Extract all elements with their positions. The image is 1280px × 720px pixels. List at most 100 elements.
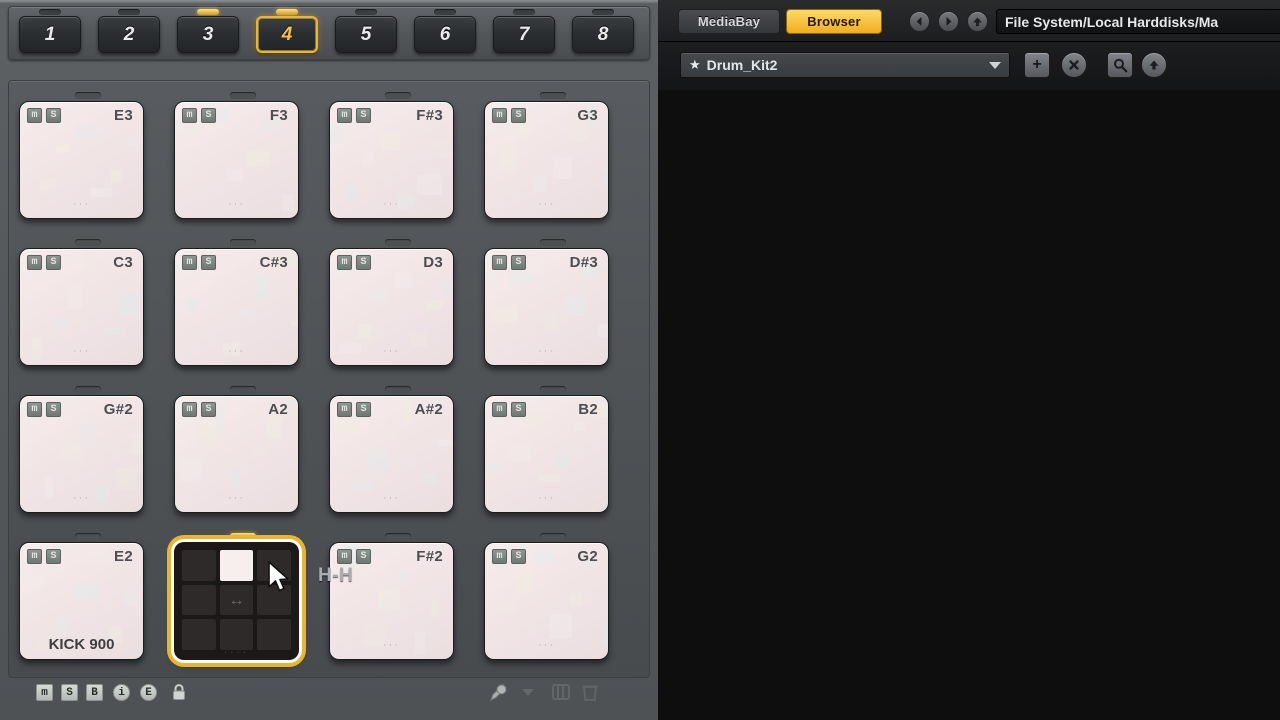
back-arrow-icon (916, 17, 922, 26)
nav-up-button[interactable] (967, 11, 988, 32)
pad-4[interactable]: m S G3 ··· (484, 101, 609, 219)
search-toggle-button[interactable] (1107, 52, 1133, 78)
pad-note-label: C#3 (259, 254, 288, 271)
pad-10[interactable]: m S A2 ··· (174, 395, 299, 513)
pad-8[interactable]: m S D#3 ··· (484, 248, 609, 366)
pad-5[interactable]: m S C3 ··· (19, 248, 144, 366)
pad-empty-dots: ··· (383, 198, 400, 210)
trash-icon[interactable] (582, 683, 598, 706)
pad-mute-badge[interactable]: m (492, 255, 507, 270)
group-button-6[interactable]: 6 (414, 16, 476, 53)
group-button-1[interactable]: 1 (19, 16, 81, 53)
tab-browser[interactable]: Browser (786, 9, 882, 34)
group-button-3[interactable]: 3 (177, 16, 239, 53)
pad-mute-badge[interactable]: m (337, 402, 352, 417)
pad-mute-badge[interactable]: m (182, 255, 197, 270)
close-icon (1069, 60, 1079, 70)
pad-mute-badge[interactable]: m (492, 108, 507, 123)
pad-slot: m S C#3 ··· (174, 239, 311, 376)
pad-solo-badge[interactable]: S (46, 402, 61, 417)
group-button-5[interactable]: 5 (335, 16, 397, 53)
add-preset-button[interactable]: + (1024, 52, 1050, 78)
bypass-toggle[interactable]: B (86, 684, 103, 701)
pad-11[interactable]: m S A#2 ··· (329, 395, 454, 513)
pad-solo-badge[interactable]: S (46, 255, 61, 270)
pad-13[interactable]: m S E2 KICK 900 (19, 542, 144, 660)
tab-mediabay[interactable]: MediaBay (678, 9, 780, 34)
group-button-2[interactable]: 2 (98, 16, 160, 53)
pad-slot: ↔ ···· (174, 533, 311, 670)
pad-solo-badge[interactable]: S (356, 255, 371, 270)
pad-mute-badge[interactable]: m (27, 255, 42, 270)
pad-note-label: C3 (113, 254, 133, 271)
pad-mute-badge[interactable]: m (182, 402, 197, 417)
drop-cell (182, 584, 216, 616)
preset-select[interactable]: ★ Drum_Kit2 (680, 52, 1010, 78)
pad-14[interactable]: ↔ ···· (174, 542, 299, 660)
pad-7[interactable]: m S D3 ··· (329, 248, 454, 366)
pad-15[interactable]: m S F#2 ··· (329, 542, 454, 660)
pad-solo-badge[interactable]: S (46, 549, 61, 564)
mixer-icon[interactable] (552, 683, 570, 706)
pad-badges: mS (182, 108, 216, 123)
application-window: 12345678 m S E3 ··· m S F3 ··· m S F#3 ··· m S G3 ··· m S… (0, 0, 1280, 720)
mute-toggle[interactable]: m (36, 684, 53, 701)
pad-mute-badge[interactable]: m (337, 549, 352, 564)
pad-mute-badge[interactable]: m (337, 255, 352, 270)
pencil-tool-icon[interactable] (488, 681, 510, 708)
path-field[interactable]: File System/Local Harddisks/Ma (996, 9, 1280, 34)
pad-mute-badge[interactable]: m (182, 108, 197, 123)
solo-toggle[interactable]: S (61, 684, 78, 701)
pad-6[interactable]: m S C#3 ··· (174, 248, 299, 366)
pad-solo-badge[interactable]: S (356, 402, 371, 417)
pad-slot: m S F3 ··· (174, 92, 311, 229)
nav-forward-button[interactable] (938, 11, 959, 32)
group-button-7[interactable]: 7 (493, 16, 555, 53)
pad-solo-badge[interactable]: S (46, 108, 61, 123)
pad-mute-badge[interactable]: m (492, 402, 507, 417)
pad-slot: m S G#2 ··· (19, 386, 156, 523)
pad-solo-badge[interactable]: S (511, 402, 526, 417)
pad-16[interactable]: m S G2 ··· (484, 542, 609, 660)
pad-mute-badge[interactable]: m (27, 549, 42, 564)
pad-solo-badge[interactable]: S (201, 108, 216, 123)
pad-slot: m S G2 ··· (484, 533, 621, 670)
group-led-2 (118, 9, 140, 15)
path-text: File System/Local Harddisks/Ma (1005, 13, 1219, 30)
pad-solo-badge[interactable]: S (511, 108, 526, 123)
pad-2[interactable]: m S F3 ··· (174, 101, 299, 219)
pad-solo-badge[interactable]: S (511, 549, 526, 564)
pad-led (74, 386, 101, 393)
pad-slot: m S C3 ··· (19, 239, 156, 376)
pad-empty-dots: ··· (383, 345, 400, 357)
pad-solo-badge[interactable]: S (356, 549, 371, 564)
pad-mute-badge[interactable]: m (492, 549, 507, 564)
pad-solo-badge[interactable]: S (201, 402, 216, 417)
info-toggle[interactable]: i (113, 684, 130, 701)
group-button-8[interactable]: 8 (572, 16, 634, 53)
lock-icon[interactable] (171, 684, 187, 701)
pad-mute-badge[interactable]: m (27, 402, 42, 417)
browse-up-button[interactable] (1141, 52, 1167, 78)
pad-badges: mS (182, 255, 216, 270)
pad-9[interactable]: m S G#2 ··· (19, 395, 144, 513)
browser-topbar: MediaBay Browser File System/Local Hardd… (658, 0, 1280, 42)
remove-preset-button[interactable] (1061, 52, 1087, 78)
pad-mute-badge[interactable]: m (337, 108, 352, 123)
pad-note-label: F#3 (416, 107, 443, 124)
chevron-down-icon[interactable] (520, 685, 536, 704)
pad-badges: mS (337, 255, 371, 270)
drop-cell (219, 619, 254, 650)
pad-3[interactable]: m S F#3 ··· (329, 101, 454, 219)
pad-solo-badge[interactable]: S (356, 108, 371, 123)
group-button-4[interactable]: 4 (256, 16, 318, 53)
pad-1[interactable]: m S E3 ··· (19, 101, 144, 219)
pad-mute-badge[interactable]: m (27, 108, 42, 123)
pad-badges: mS (27, 402, 61, 417)
pad-tools-group (488, 681, 598, 708)
pad-solo-badge[interactable]: S (511, 255, 526, 270)
pad-12[interactable]: m S B2 ··· (484, 395, 609, 513)
pad-solo-badge[interactable]: S (201, 255, 216, 270)
nav-back-button[interactable] (909, 11, 930, 32)
edit-toggle[interactable]: E (140, 684, 157, 701)
